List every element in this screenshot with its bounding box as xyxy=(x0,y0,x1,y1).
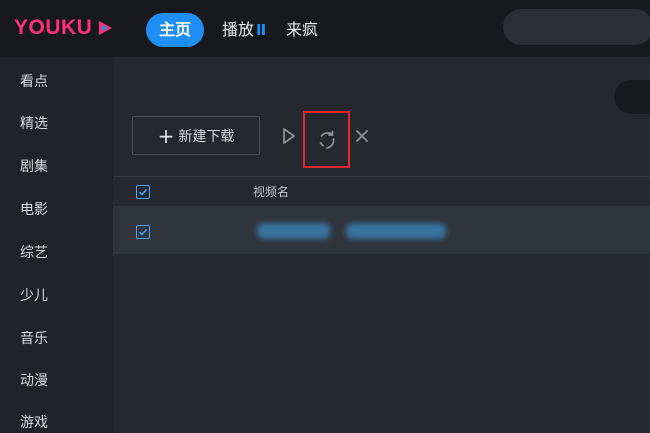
sidebar-item-zongyi[interactable]: 综艺 xyxy=(20,244,48,262)
nav-tab-play[interactable]: 播放 II xyxy=(222,13,266,47)
sidebar-item-kandian[interactable]: 看点 xyxy=(20,73,48,91)
sidebar-item-dongman[interactable]: 动漫 xyxy=(20,372,48,390)
play-icon xyxy=(283,128,295,144)
sidebar xyxy=(0,57,113,433)
sidebar-item-dianying[interactable]: 电影 xyxy=(20,201,48,219)
refresh-icon xyxy=(319,130,334,149)
nav-tab-home[interactable]: 主页 xyxy=(146,13,204,47)
delete-download-button[interactable] xyxy=(353,126,371,146)
select-all-checkbox[interactable] xyxy=(136,185,150,199)
pause-icon: II xyxy=(256,21,266,39)
youku-play-mark-icon xyxy=(99,21,113,35)
sidebar-item-shaoer[interactable]: 少儿 xyxy=(20,287,48,305)
plus-icon: + xyxy=(157,123,175,148)
search-input[interactable] xyxy=(503,9,650,45)
sidebar-item-youxi[interactable]: 游戏 xyxy=(20,414,48,432)
sidebar-item-juji[interactable]: 剧集 xyxy=(20,158,48,176)
start-download-button[interactable] xyxy=(279,125,299,147)
sidebar-item-yinyue[interactable]: 音乐 xyxy=(20,330,48,348)
check-icon xyxy=(138,228,148,236)
close-icon xyxy=(356,130,368,142)
user-pill[interactable] xyxy=(614,80,650,114)
nav-tab-play-label: 播放 xyxy=(222,20,255,39)
youku-logo[interactable]: YOUKU xyxy=(14,15,115,41)
blurred-video-name-part2 xyxy=(346,223,446,239)
new-download-label: 新建下载 xyxy=(178,128,235,145)
check-icon xyxy=(138,188,148,196)
table-divider xyxy=(113,176,650,177)
column-header-video-name[interactable]: 视频名 xyxy=(253,184,289,200)
new-download-button[interactable]: + 新建下载 xyxy=(132,116,260,155)
blurred-video-name-part1 xyxy=(257,223,330,239)
sidebar-item-jingxuan[interactable]: 精选 xyxy=(20,115,48,133)
retry-download-button[interactable] xyxy=(303,111,350,168)
row-checkbox[interactable] xyxy=(136,225,150,239)
nav-tab-laifeng[interactable]: 来疯 xyxy=(286,13,318,47)
logo-text: YOUKU xyxy=(14,16,93,39)
